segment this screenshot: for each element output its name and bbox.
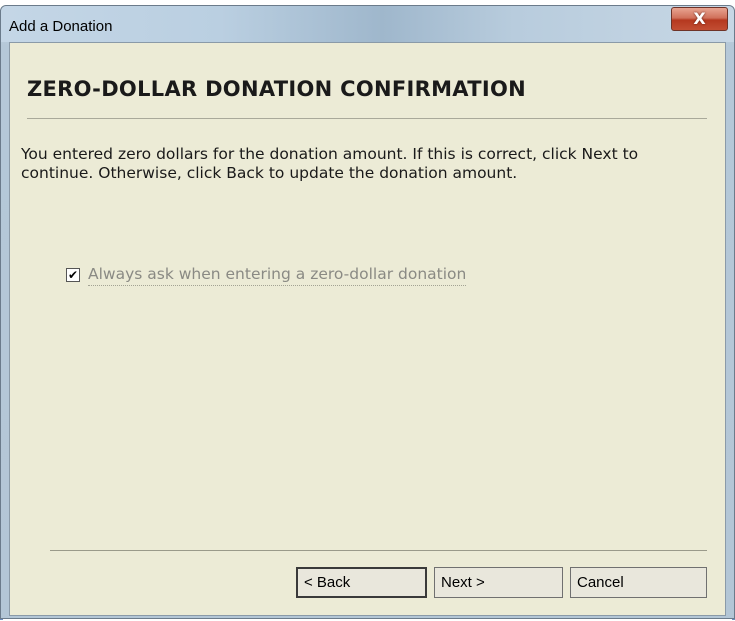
wizard-page: ZERO-DOLLAR DONATION CONFIRMATION You en… <box>9 42 726 616</box>
window-title: Add a Donation <box>9 18 113 35</box>
title-bar[interactable]: Add a Donation X <box>1 6 734 42</box>
checkmark-icon: ✔ <box>67 268 79 282</box>
cancel-button[interactable]: Cancel <box>570 567 707 598</box>
footer-divider <box>50 550 707 551</box>
always-ask-checkbox[interactable]: ✔ <box>66 268 80 282</box>
back-button[interactable]: < Back <box>296 567 427 598</box>
header-divider <box>27 118 707 119</box>
close-button[interactable]: X <box>671 7 728 31</box>
always-ask-label[interactable]: Always ask when entering a zero-dollar d… <box>88 265 467 286</box>
dialog-window: Add a Donation X ZERO-DOLLAR DONATION CO… <box>0 5 735 619</box>
always-ask-option[interactable]: ✔ Always ask when entering a zero-dollar… <box>66 264 467 286</box>
next-button[interactable]: Next > <box>434 567 563 598</box>
page-title: ZERO-DOLLAR DONATION CONFIRMATION <box>27 77 526 101</box>
confirmation-message: You entered zero dollars for the donatio… <box>21 145 639 182</box>
close-icon: X <box>693 9 706 28</box>
